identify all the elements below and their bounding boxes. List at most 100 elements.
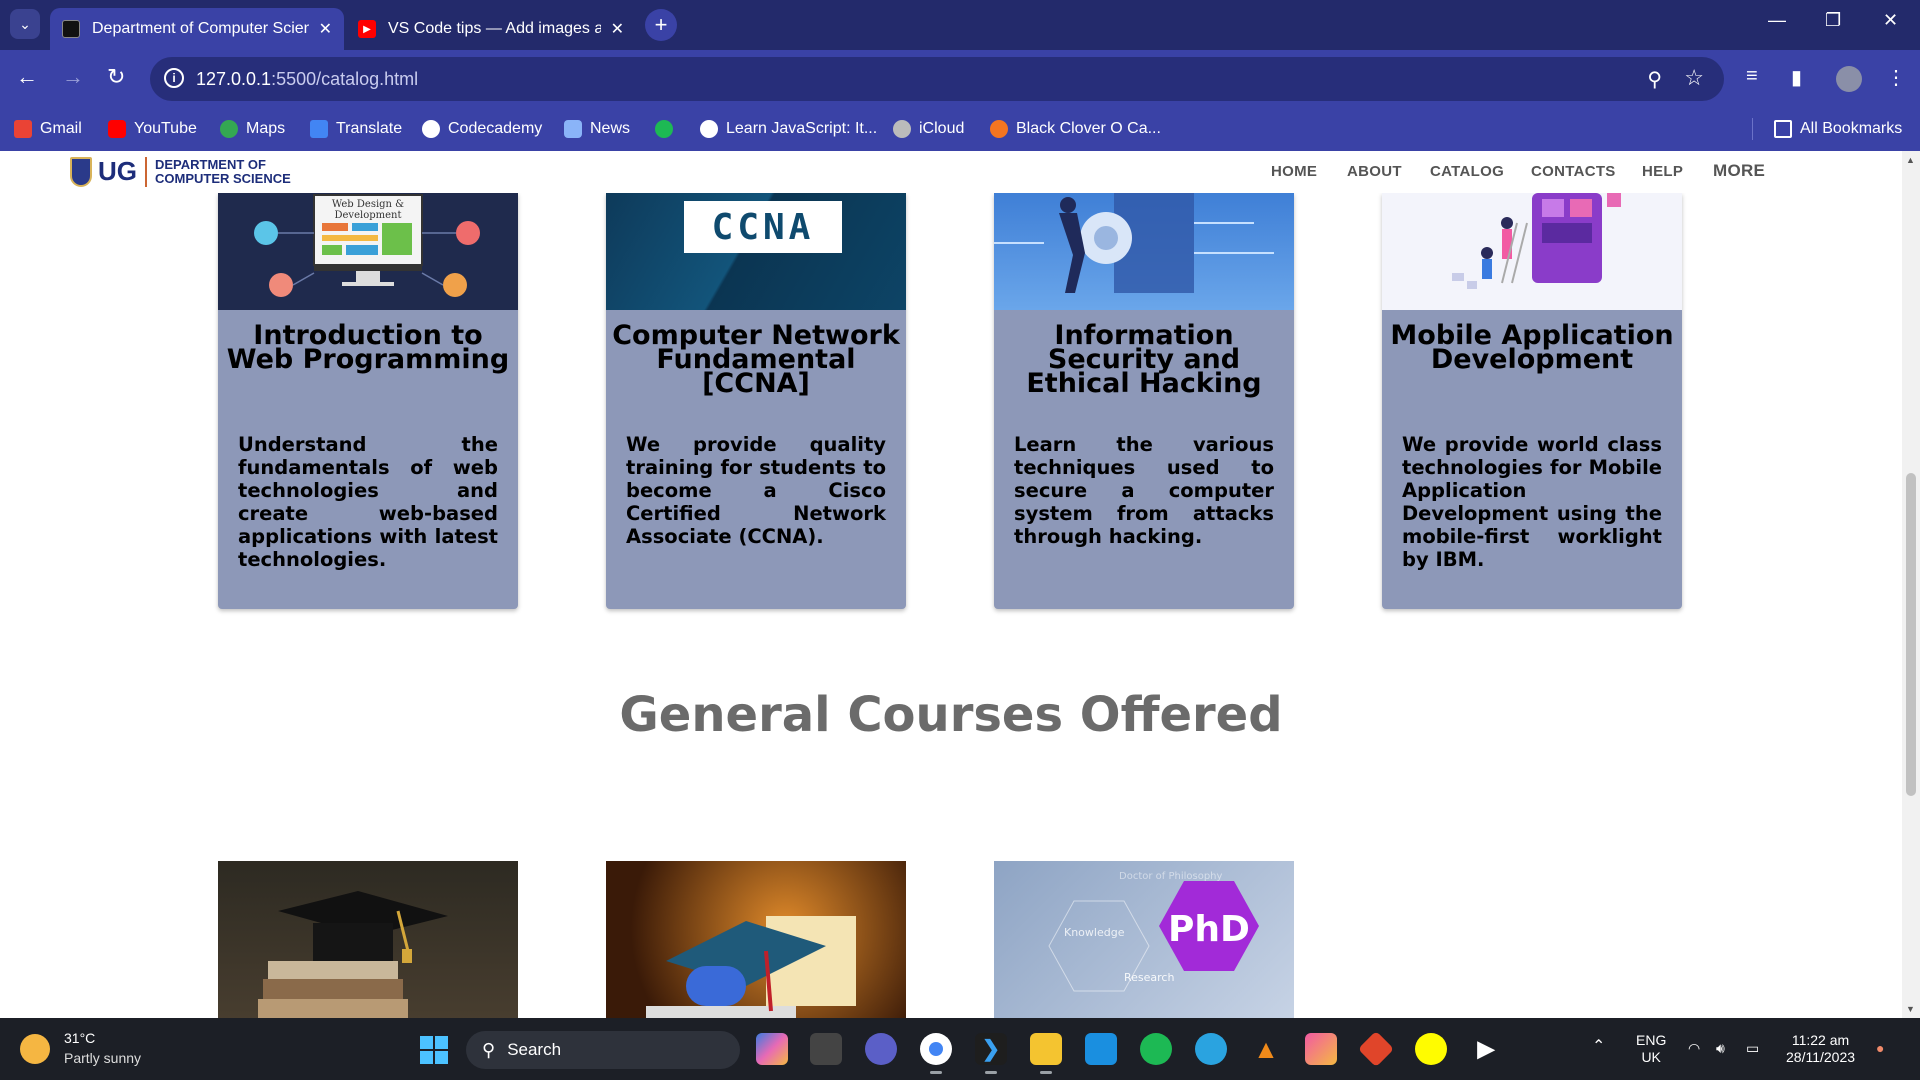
- chrome-icon[interactable]: [920, 1033, 952, 1074]
- weather-icon[interactable]: [20, 1034, 50, 1064]
- logo-ug-text: UG: [98, 156, 137, 186]
- profile-avatar[interactable]: [1836, 66, 1862, 92]
- scroll-up-icon[interactable]: ▲: [1906, 155, 1915, 165]
- graduation-cap-stack-illustration: [646, 916, 856, 1018]
- reading-list-icon[interactable]: ≡: [1746, 65, 1758, 88]
- bookmark-label: Codecademy: [448, 120, 543, 137]
- scroll-down-icon[interactable]: ▼: [1906, 1004, 1915, 1014]
- nav-contacts[interactable]: CONTACTS: [1531, 163, 1616, 180]
- battery-icon[interactable]: ▭: [1746, 1040, 1759, 1057]
- bookmark-gmail[interactable]: Gmail: [14, 120, 82, 138]
- bookmark-label: Black Clover O Ca...: [1016, 120, 1161, 137]
- bookmark-label: Gmail: [40, 120, 82, 137]
- course-card-security[interactable]: Information Security and Ethical Hacking…: [994, 193, 1294, 609]
- telegram-icon[interactable]: [1195, 1033, 1227, 1065]
- spotify-icon: [655, 120, 673, 138]
- weather-temp[interactable]: 31°C: [64, 1030, 95, 1046]
- site-logo[interactable]: UG DEPARTMENT OF COMPUTER SCIENCE: [70, 156, 291, 187]
- bookmark-icloud[interactable]: iCloud: [893, 120, 964, 138]
- git-icon[interactable]: [1357, 1030, 1395, 1068]
- bookmark-label: News: [590, 120, 631, 137]
- media-app-icon[interactable]: ▶: [1470, 1033, 1502, 1065]
- bookmark-label: Learn JavaScript: It...: [726, 120, 878, 137]
- close-icon[interactable]: ✕: [611, 19, 624, 39]
- minimize-icon[interactable]: —: [1768, 10, 1786, 31]
- new-tab-button[interactable]: +: [645, 9, 677, 41]
- intellij-icon[interactable]: [1305, 1033, 1337, 1065]
- page-scrollbar[interactable]: ▲ ▼: [1902, 151, 1920, 1018]
- vlc-icon[interactable]: ▲: [1250, 1033, 1282, 1065]
- vscode-icon[interactable]: ❯: [975, 1033, 1007, 1074]
- nav-about[interactable]: ABOUT: [1347, 163, 1402, 180]
- task-view-icon[interactable]: [810, 1033, 842, 1065]
- weather-desc[interactable]: Partly sunny: [64, 1050, 141, 1066]
- url-path: :5500/catalog.html: [271, 69, 419, 89]
- back-arrow-icon[interactable]: ←: [16, 64, 38, 90]
- bookmark-maps[interactable]: Maps: [220, 120, 285, 138]
- clock-date: 28/11/2023: [1786, 1049, 1856, 1065]
- nav-catalog[interactable]: CATALOG: [1430, 163, 1504, 180]
- restore-icon[interactable]: ❐: [1825, 10, 1841, 31]
- bookmark-codecademy[interactable]: Codecademy: [422, 120, 542, 138]
- bookmark-translate[interactable]: Translate: [310, 120, 402, 138]
- windows-taskbar: 31°C Partly sunny ⚲ Search ❯ ▲ ▶ ⌃ ENG UK…: [0, 1018, 1920, 1080]
- bookmark-spotify[interactable]: [655, 120, 681, 138]
- notification-bell-icon[interactable]: ●: [1876, 1040, 1884, 1057]
- globe-icon: [422, 120, 440, 138]
- teams-chat-icon[interactable]: [865, 1033, 897, 1065]
- bookmark-label: Translate: [336, 120, 403, 137]
- windows-start-icon[interactable]: [420, 1036, 448, 1064]
- bookmarks-divider: [1752, 118, 1753, 140]
- file-explorer-icon[interactable]: [1030, 1033, 1062, 1074]
- bookmark-black-clover[interactable]: Black Clover O Ca...: [990, 120, 1161, 138]
- snapchat-icon[interactable]: [1415, 1033, 1447, 1065]
- copilot-icon[interactable]: [756, 1033, 788, 1065]
- url-host: 127.0.0.1: [196, 69, 272, 89]
- hacker-vault-illustration: [994, 193, 1274, 293]
- volume-icon[interactable]: 🔊︎: [1716, 1040, 1725, 1057]
- bookmark-label: Maps: [246, 120, 286, 137]
- tab-vscode-tips[interactable]: ▶ VS Code tips — Add images an ✕: [346, 8, 636, 50]
- bookmark-youtube[interactable]: YouTube: [108, 120, 197, 138]
- taskbar-search[interactable]: ⚲ Search: [466, 1031, 740, 1069]
- all-bookmarks-button[interactable]: All Bookmarks: [1774, 120, 1902, 138]
- close-icon[interactable]: ✕: [319, 19, 332, 39]
- bookmark-news[interactable]: News: [564, 120, 630, 138]
- zoom-icon[interactable]: ⚲: [1647, 67, 1662, 92]
- reload-icon[interactable]: ↻: [107, 64, 125, 90]
- wifi-icon[interactable]: ◠: [1688, 1040, 1700, 1057]
- site-info-icon[interactable]: i: [164, 68, 184, 88]
- nav-help[interactable]: HELP: [1642, 163, 1683, 180]
- nav-home[interactable]: HOME: [1271, 163, 1317, 180]
- security-image: [994, 193, 1294, 310]
- close-window-icon[interactable]: ✕: [1883, 10, 1898, 31]
- course-card-ccna[interactable]: CCNA Computer Network Fundamental [CCNA]…: [606, 193, 906, 609]
- general-course-image-2[interactable]: [606, 861, 906, 1018]
- course-card-mobile[interactable]: Mobile Application Development We provid…: [1382, 193, 1682, 609]
- forward-arrow-icon[interactable]: →: [62, 64, 84, 90]
- nav-more[interactable]: MORE: [1713, 161, 1765, 181]
- menu-kebab-icon[interactable]: ⋮: [1886, 65, 1906, 90]
- general-course-image-1[interactable]: [218, 861, 518, 1018]
- address-bar[interactable]: i 127.0.0.1:5500/catalog.html ⚲ ☆: [150, 57, 1724, 101]
- url-text[interactable]: 127.0.0.1:5500/catalog.html: [196, 69, 418, 90]
- spotify-icon[interactable]: [1140, 1033, 1172, 1065]
- gmail-icon: [14, 120, 32, 138]
- scrollbar-thumb[interactable]: [1906, 473, 1916, 796]
- chevron-up-icon[interactable]: ⌃: [1592, 1038, 1605, 1055]
- lang-line1: ENG: [1636, 1032, 1667, 1048]
- apple-icon: [893, 120, 911, 138]
- globe-icon: [700, 120, 718, 138]
- side-panel-icon[interactable]: ▮: [1791, 65, 1802, 90]
- maps-pin-icon: [220, 120, 238, 138]
- language-indicator[interactable]: ENG UK: [1636, 1032, 1666, 1066]
- course-card-web[interactable]: Web Design & Development Introduction to…: [218, 193, 518, 609]
- bookmark-learn-javascript[interactable]: Learn JavaScript: It...: [700, 120, 877, 138]
- clock[interactable]: 11:22 am 28/11/2023: [1786, 1032, 1855, 1066]
- tab-search-button[interactable]: ⌄: [10, 9, 40, 39]
- bookmark-star-icon[interactable]: ☆: [1684, 65, 1704, 91]
- general-course-image-3[interactable]: PhD Knowledge Research Doctor of Philoso…: [994, 861, 1294, 1018]
- course-description: We provide quality training for students…: [626, 433, 886, 548]
- tab-department[interactable]: Department of Computer Scien ✕: [50, 8, 344, 50]
- app-icon[interactable]: [1085, 1033, 1117, 1065]
